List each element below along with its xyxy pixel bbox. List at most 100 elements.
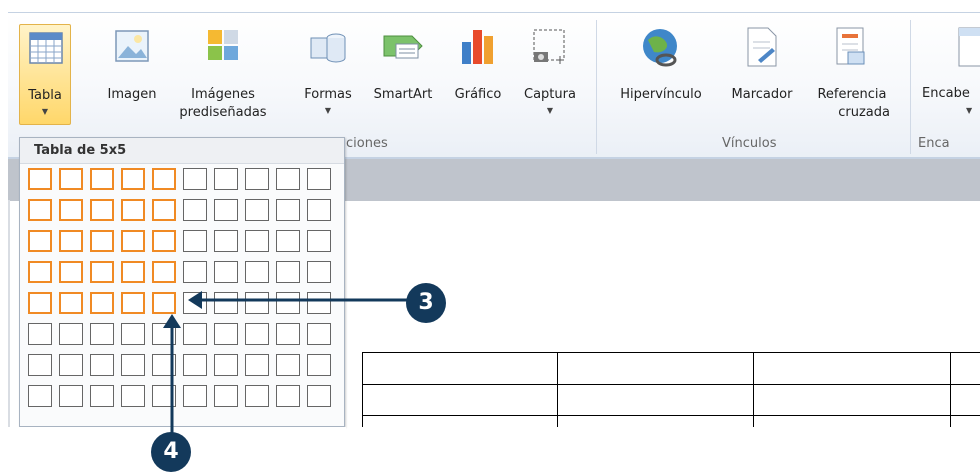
hyperlink-button[interactable]: Hipervínculo xyxy=(606,24,716,124)
grid-cell[interactable] xyxy=(245,230,269,252)
group-separator xyxy=(596,20,597,154)
grid-cell[interactable] xyxy=(183,323,207,345)
document-page[interactable] xyxy=(345,201,980,473)
grid-cell[interactable] xyxy=(183,354,207,376)
grid-cell-selected[interactable] xyxy=(90,261,114,283)
bookmark-button[interactable]: Marcador xyxy=(718,24,806,124)
grid-cell-selected[interactable] xyxy=(121,199,145,221)
grid-cell-selected[interactable] xyxy=(28,168,52,190)
grid-cell[interactable] xyxy=(28,385,52,407)
grid-cell[interactable] xyxy=(121,323,145,345)
table-button[interactable]: Tabla ▼ xyxy=(19,24,71,125)
chart-button[interactable]: Gráfico xyxy=(444,24,512,124)
arrow-up-icon xyxy=(163,314,181,436)
grid-cell-selected[interactable] xyxy=(28,261,52,283)
clipart-button[interactable]: Imágenes prediseñadas xyxy=(176,24,270,124)
grid-cell[interactable] xyxy=(121,385,145,407)
grid-cell[interactable] xyxy=(276,323,300,345)
grid-cell[interactable] xyxy=(183,168,207,190)
bookmark-icon xyxy=(747,27,777,67)
grid-cell[interactable] xyxy=(214,230,238,252)
grid-cell[interactable] xyxy=(214,354,238,376)
grid-cell-selected[interactable] xyxy=(59,199,83,221)
grid-cell[interactable] xyxy=(59,385,83,407)
grid-cell-selected[interactable] xyxy=(28,230,52,252)
grid-cell-selected[interactable] xyxy=(90,292,114,314)
grid-cell[interactable] xyxy=(183,385,207,407)
grid-cell[interactable] xyxy=(90,323,114,345)
grid-cell[interactable] xyxy=(183,199,207,221)
grid-cell[interactable] xyxy=(307,199,331,221)
screenshot-icon xyxy=(533,29,565,64)
grid-cell[interactable] xyxy=(214,385,238,407)
grid-cell[interactable] xyxy=(28,354,52,376)
grid-cell[interactable] xyxy=(214,323,238,345)
grid-cell[interactable] xyxy=(276,261,300,283)
grid-cell[interactable] xyxy=(214,199,238,221)
grid-cell[interactable] xyxy=(245,385,269,407)
grid-cell[interactable] xyxy=(276,230,300,252)
grid-cell[interactable] xyxy=(245,323,269,345)
grid-cell[interactable] xyxy=(245,261,269,283)
grid-cell-selected[interactable] xyxy=(28,292,52,314)
grid-cell-selected[interactable] xyxy=(121,168,145,190)
grid-cell[interactable] xyxy=(307,261,331,283)
picture-icon xyxy=(115,30,149,62)
group-separator xyxy=(910,20,911,154)
header-button[interactable]: Encabe ▼ xyxy=(918,24,980,124)
grid-cell[interactable] xyxy=(307,323,331,345)
grid-cell-selected[interactable] xyxy=(28,199,52,221)
grid-cell[interactable] xyxy=(276,199,300,221)
cross-reference-button[interactable]: Referencia cruzada xyxy=(806,24,898,124)
grid-cell-selected[interactable] xyxy=(152,199,176,221)
grid-cell[interactable] xyxy=(214,168,238,190)
grid-cell[interactable] xyxy=(183,230,207,252)
group-label-illustrations: ciones xyxy=(346,136,388,151)
grid-cell[interactable] xyxy=(307,168,331,190)
grid-cell-selected[interactable] xyxy=(59,292,83,314)
grid-cell-selected[interactable] xyxy=(90,199,114,221)
arrow-left-icon xyxy=(188,291,412,309)
grid-cell[interactable] xyxy=(307,385,331,407)
grid-cell[interactable] xyxy=(245,354,269,376)
grid-cell-selected[interactable] xyxy=(121,261,145,283)
grid-cell[interactable] xyxy=(90,385,114,407)
grid-cell-selected[interactable] xyxy=(121,230,145,252)
grid-cell-selected[interactable] xyxy=(90,230,114,252)
shapes-icon xyxy=(310,33,346,63)
grid-cell[interactable] xyxy=(183,261,207,283)
grid-cell-selected[interactable] xyxy=(59,168,83,190)
screenshot-label: Captura xyxy=(524,87,576,102)
header-icon xyxy=(958,27,980,67)
grid-cell[interactable] xyxy=(307,230,331,252)
grid-cell-selected[interactable] xyxy=(152,292,176,314)
grid-cell[interactable] xyxy=(59,354,83,376)
chevron-down-icon: ▼ xyxy=(546,106,554,115)
grid-cell[interactable] xyxy=(276,385,300,407)
hyperlink-label: Hipervínculo xyxy=(620,87,702,102)
bookmark-label: Marcador xyxy=(731,87,793,102)
grid-cell-selected[interactable] xyxy=(152,168,176,190)
grid-cell[interactable] xyxy=(28,323,52,345)
image-button[interactable]: Imagen xyxy=(96,24,168,124)
grid-cell[interactable] xyxy=(121,354,145,376)
grid-cell[interactable] xyxy=(307,354,331,376)
grid-cell[interactable] xyxy=(59,323,83,345)
smartart-button[interactable]: SmartArt xyxy=(366,24,440,124)
grid-cell-selected[interactable] xyxy=(59,261,83,283)
grid-cell-selected[interactable] xyxy=(121,292,145,314)
grid-cell-selected[interactable] xyxy=(152,230,176,252)
grid-cell[interactable] xyxy=(276,354,300,376)
document-table[interactable] xyxy=(362,352,980,427)
grid-cell[interactable] xyxy=(245,168,269,190)
shapes-button[interactable]: Formas ▼ xyxy=(296,24,360,124)
grid-cell-selected[interactable] xyxy=(59,230,83,252)
grid-cell-selected[interactable] xyxy=(152,261,176,283)
grid-cell[interactable] xyxy=(214,261,238,283)
dropdown-title: Tabla de 5x5 xyxy=(20,138,344,164)
grid-cell[interactable] xyxy=(90,354,114,376)
grid-cell-selected[interactable] xyxy=(90,168,114,190)
grid-cell[interactable] xyxy=(276,168,300,190)
grid-cell[interactable] xyxy=(245,199,269,221)
screenshot-button[interactable]: Captura ▼ xyxy=(514,24,586,124)
